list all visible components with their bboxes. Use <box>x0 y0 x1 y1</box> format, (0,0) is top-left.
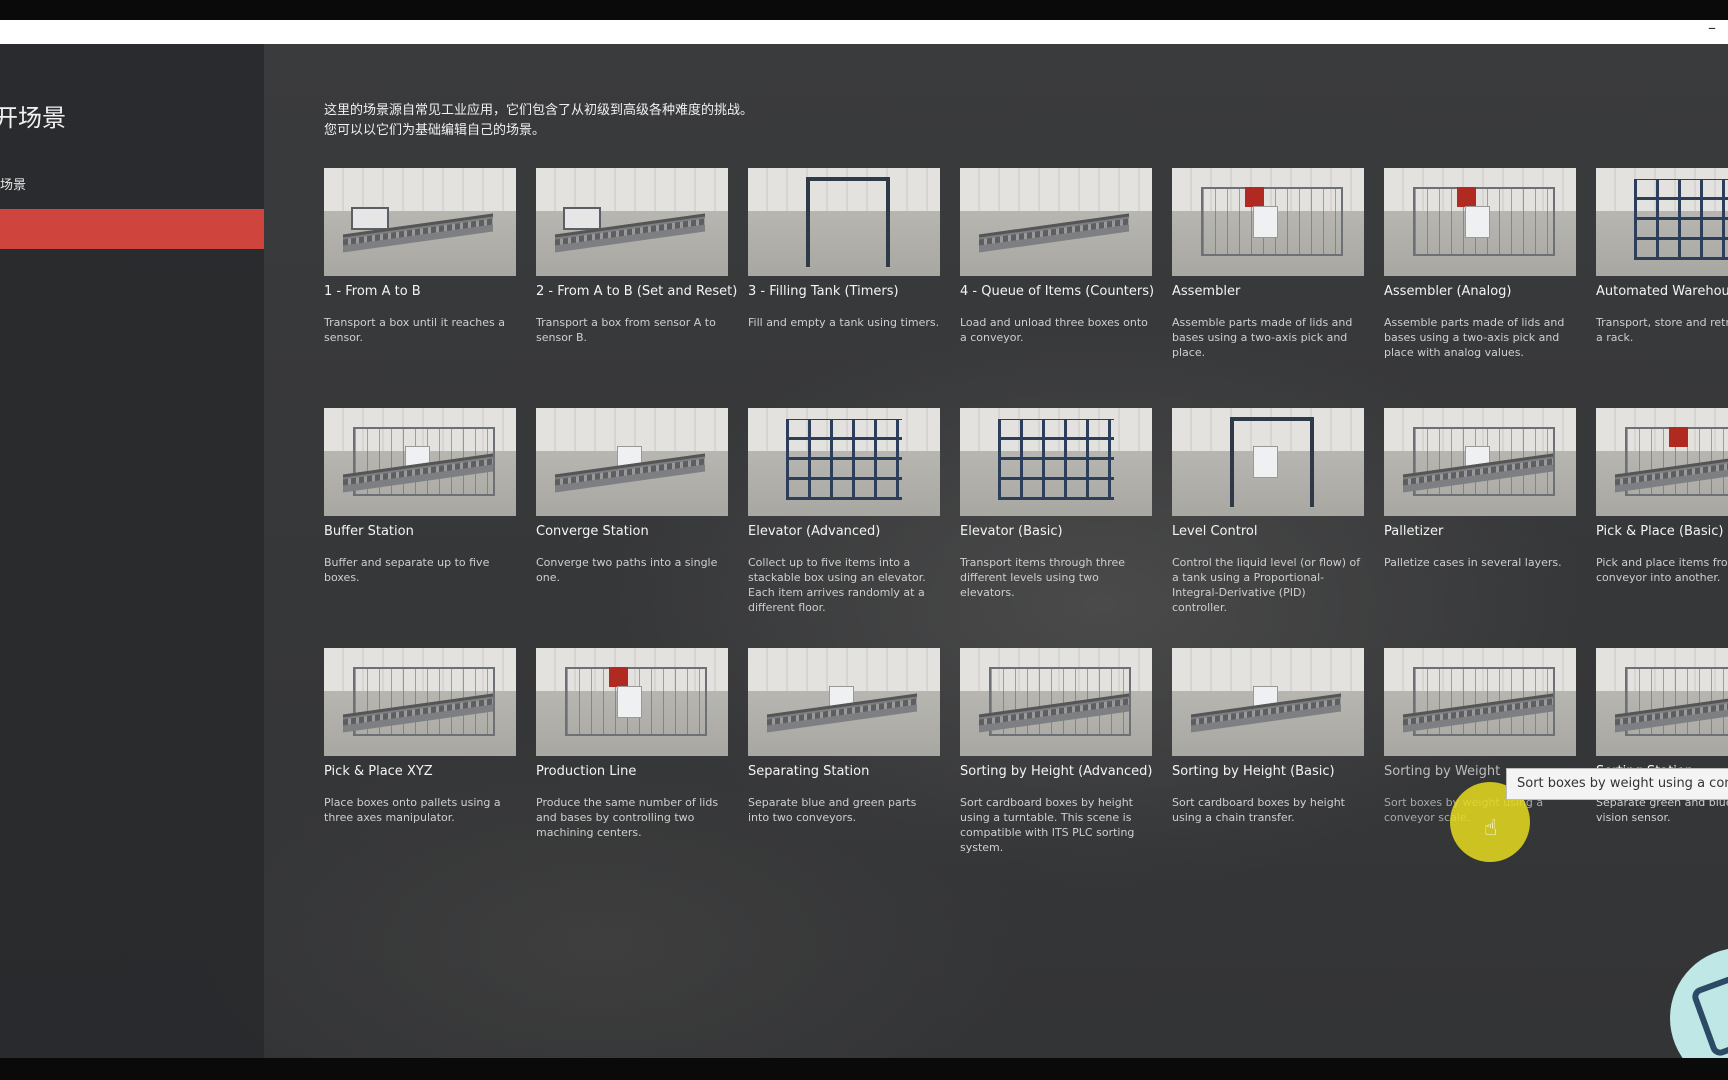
scene-title: Assembler (Analog) <box>1384 284 1512 299</box>
scene-card[interactable]: Pick & Place (Basic) Pick and place item… <box>1596 408 1728 638</box>
scene-thumbnail <box>748 648 940 756</box>
scene-card[interactable]: Production Line Produce the same number … <box>536 648 728 878</box>
scene-card[interactable]: Pick & Place XYZ Place boxes onto pallet… <box>324 648 516 878</box>
scene-description: Produce the same number of lids and base… <box>536 796 719 839</box>
scene-title: Elevator (Advanced) <box>748 524 881 539</box>
scene-card[interactable]: Elevator (Basic) Transport items through… <box>960 408 1152 638</box>
scene-card[interactable]: Elevator (Advanced) Collect up to five i… <box>748 408 940 638</box>
scene-card[interactable]: Sorting by Height (Advanced) Sort cardbo… <box>960 648 1152 878</box>
scene-description: Load and unload three boxes onto a conve… <box>960 316 1148 344</box>
scene-description: Sort cardboard boxes by height using a c… <box>1172 796 1345 824</box>
scene-browser: 开场景 场景 这里的场景源自常见工业应用，它们包含了从初级到高级各种难度的挑战。… <box>0 44 1728 1058</box>
scene-card[interactable]: Buffer Station Buffer and separate up to… <box>324 408 516 638</box>
scene-thumbnail <box>536 408 728 516</box>
scene-thumbnail <box>1384 168 1576 276</box>
scene-description: Sort cardboard boxes by height using a t… <box>960 796 1135 854</box>
scene-card[interactable]: Separating Station Separate blue and gre… <box>748 648 940 878</box>
scene-title: Level Control <box>1172 524 1258 539</box>
scene-thumbnail <box>324 168 516 276</box>
scene-thumbnail <box>960 168 1152 276</box>
scene-thumbnail <box>1172 168 1364 276</box>
scene-title: 3 - Filling Tank (Timers) <box>748 284 899 299</box>
scene-title: Separating Station <box>748 764 870 779</box>
scene-card[interactable]: Palletizer Palletize cases in several la… <box>1384 408 1576 638</box>
scene-thumbnail <box>1596 168 1728 276</box>
scene-title: Pick & Place (Basic) <box>1596 524 1724 539</box>
scene-title: Converge Station <box>536 524 649 539</box>
tooltip: Sort boxes by weight using a conve <box>1506 768 1728 800</box>
window-titlebar: – <box>0 18 1728 44</box>
scene-title: 1 - From A to B <box>324 284 421 299</box>
scene-thumbnail <box>324 408 516 516</box>
scene-thumbnail <box>748 168 940 276</box>
scene-description: Control the liquid level (or flow) of a … <box>1172 556 1361 614</box>
scene-title: Palletizer <box>1384 524 1444 539</box>
scene-description: Transport a box from sensor A to sensor … <box>536 316 716 344</box>
scene-title: Buffer Station <box>324 524 414 539</box>
hand-cursor-icon: ☝ <box>1484 816 1498 841</box>
intro-line-1: 这里的场景源自常见工业应用，它们包含了从初级到高级各种难度的挑战。 <box>324 103 754 118</box>
scene-description: Collect up to five items into a stackabl… <box>748 556 926 614</box>
scene-title: 2 - From A to B (Set and Reset) <box>536 284 738 299</box>
scene-thumbnail <box>960 408 1152 516</box>
scene-thumbnail <box>1384 648 1576 756</box>
screen-bottom-bar <box>0 1058 1728 1080</box>
scene-card[interactable]: Assembler (Analog) Assemble parts made o… <box>1384 168 1576 398</box>
scene-thumbnail <box>324 648 516 756</box>
scene-thumbnail <box>1596 648 1728 756</box>
scene-description: Place boxes onto pallets using a three a… <box>324 796 501 824</box>
intro-line-2: 您可以以它们为基础编辑自己的场景。 <box>324 123 546 138</box>
scene-title: Production Line <box>536 764 637 779</box>
scene-title: Elevator (Basic) <box>960 524 1063 539</box>
scene-thumbnail <box>1172 648 1364 756</box>
scene-description: Buffer and separate up to five boxes. <box>324 556 490 584</box>
scene-card[interactable]: Automated Warehouse Transport, store and… <box>1596 168 1728 398</box>
scene-title: 4 - Queue of Items (Counters) <box>960 284 1155 299</box>
scene-description: Converge two paths into a single one. <box>536 556 718 584</box>
screen-top-bar <box>0 0 1728 20</box>
scene-card[interactable]: 4 - Queue of Items (Counters) Load and u… <box>960 168 1154 398</box>
scene-description: Assemble parts made of lids and bases us… <box>1172 316 1353 359</box>
scene-description: Separate blue and green parts into two c… <box>748 796 917 824</box>
sidebar-item-scenes[interactable]: 场景 <box>0 174 26 193</box>
scene-description: Transport a box until it reaches a senso… <box>324 316 506 344</box>
scene-title: Sorting by Height (Advanced) <box>960 764 1153 779</box>
scene-thumbnail <box>536 168 728 276</box>
sidebar: 开场景 场景 <box>0 44 264 1058</box>
scene-title: Automated Warehouse <box>1596 284 1728 299</box>
app-logo-icon <box>1670 948 1728 1058</box>
scene-title: Assembler <box>1172 284 1241 299</box>
scene-thumbnail <box>748 408 940 516</box>
scene-card[interactable]: Converge Station Converge two paths into… <box>536 408 728 638</box>
sidebar-item-active[interactable] <box>0 209 264 249</box>
scene-description: Pick and place items from conveyor into … <box>1596 556 1728 584</box>
scene-thumbnail <box>536 648 728 756</box>
scene-card[interactable]: Assembler Assemble parts made of lids an… <box>1172 168 1364 398</box>
intro-text: 这里的场景源自常见工业应用，它们包含了从初级到高级各种难度的挑战。 您可以以它们… <box>324 101 753 141</box>
scene-card[interactable]: Sorting Station Separate green and blue … <box>1596 648 1728 878</box>
scene-description: Fill and empty a tank using timers. <box>748 316 940 329</box>
scene-thumbnail <box>1172 408 1364 516</box>
scene-card[interactable]: Sorting by Height (Basic) Sort cardboard… <box>1172 648 1364 878</box>
scene-card[interactable]: 2 - From A to B (Set and Reset) Transpor… <box>536 168 737 398</box>
scene-description: Palletize cases in several layers. <box>1384 556 1562 569</box>
scene-card[interactable]: 3 - Filling Tank (Timers) Fill and empty… <box>748 168 940 398</box>
minimize-button[interactable]: – <box>1708 18 1716 37</box>
scene-description: Assemble parts made of lids and bases us… <box>1384 316 1565 359</box>
scene-card[interactable]: Level Control Control the liquid level (… <box>1172 408 1364 638</box>
scene-card[interactable]: 1 - From A to B Transport a box until it… <box>324 168 516 398</box>
scene-thumbnail <box>1384 408 1576 516</box>
scene-title: Sorting by Height (Basic) <box>1172 764 1335 779</box>
scene-thumbnail <box>960 648 1152 756</box>
scene-description: Transport, store and retrieve from a rac… <box>1596 316 1728 344</box>
scene-thumbnail <box>1596 408 1728 516</box>
scene-description: Transport items through three different … <box>960 556 1126 599</box>
scene-title: Pick & Place XYZ <box>324 764 433 779</box>
sidebar-title: 开场景 <box>0 104 66 132</box>
